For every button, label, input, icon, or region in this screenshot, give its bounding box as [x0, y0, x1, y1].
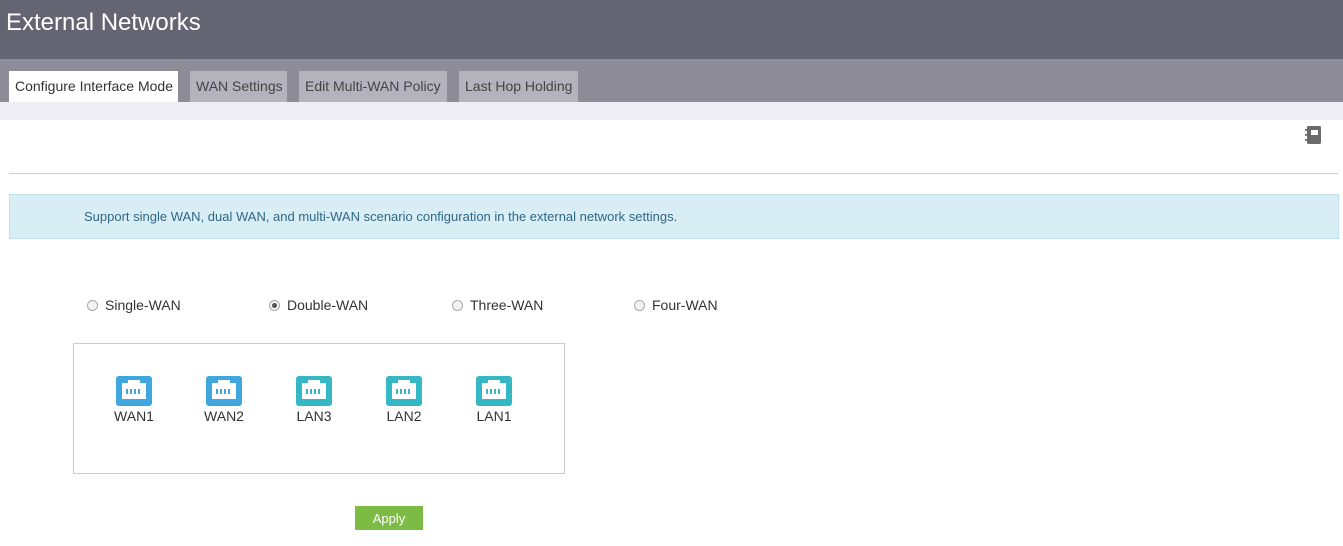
port-lan3[interactable]: LAN3: [284, 376, 344, 424]
radio-label: Double-WAN: [287, 297, 369, 313]
ethernet-port-icon: [386, 376, 422, 406]
port-label: WAN2: [204, 408, 244, 424]
radio-label: Single-WAN: [105, 297, 181, 313]
tab-wan-settings[interactable]: WAN Settings: [190, 71, 287, 102]
port-label: LAN1: [476, 408, 512, 424]
port-wan1[interactable]: WAN1: [104, 376, 164, 424]
tab-last-hop-holding[interactable]: Last Hop Holding: [459, 71, 578, 102]
tab-edit-multi-wan-policy[interactable]: Edit Multi-WAN Policy: [299, 71, 447, 102]
port-label: LAN2: [386, 408, 422, 424]
radio-indicator[interactable]: [87, 300, 98, 311]
info-banner: Support single WAN, dual WAN, and multi-…: [9, 194, 1339, 239]
ethernet-port-icon: [476, 376, 512, 406]
info-text: Support single WAN, dual WAN, and multi-…: [84, 209, 678, 224]
radio-label: Four-WAN: [652, 297, 718, 313]
title-bar: External Networks: [0, 0, 1343, 59]
apply-button[interactable]: Apply: [355, 506, 423, 530]
radio-indicator[interactable]: [634, 300, 645, 311]
notebook-icon[interactable]: [1304, 125, 1322, 145]
port-lan1[interactable]: LAN1: [464, 376, 524, 424]
port-label: LAN3: [296, 408, 332, 424]
divider: [9, 173, 1338, 174]
port-wan2[interactable]: WAN2: [194, 376, 254, 424]
ethernet-port-icon: [296, 376, 332, 406]
toolbar: [0, 120, 1343, 174]
radio-indicator-selected[interactable]: [269, 300, 280, 311]
radio-indicator[interactable]: [452, 300, 463, 311]
tab-configure-interface-mode[interactable]: Configure Interface Mode: [9, 71, 178, 102]
tab-bar: Configure Interface Mode WAN Settings Ed…: [0, 59, 1343, 102]
port-lan2[interactable]: LAN2: [374, 376, 434, 424]
page-title: External Networks: [6, 9, 201, 36]
radio-label: Three-WAN: [470, 297, 544, 313]
port-label: WAN1: [114, 408, 154, 424]
ethernet-port-icon: [116, 376, 152, 406]
content-top-strip: [0, 102, 1343, 120]
port-panel: WAN1 WAN2 LAN3 LAN2 LAN1: [73, 343, 565, 474]
ethernet-port-icon: [206, 376, 242, 406]
